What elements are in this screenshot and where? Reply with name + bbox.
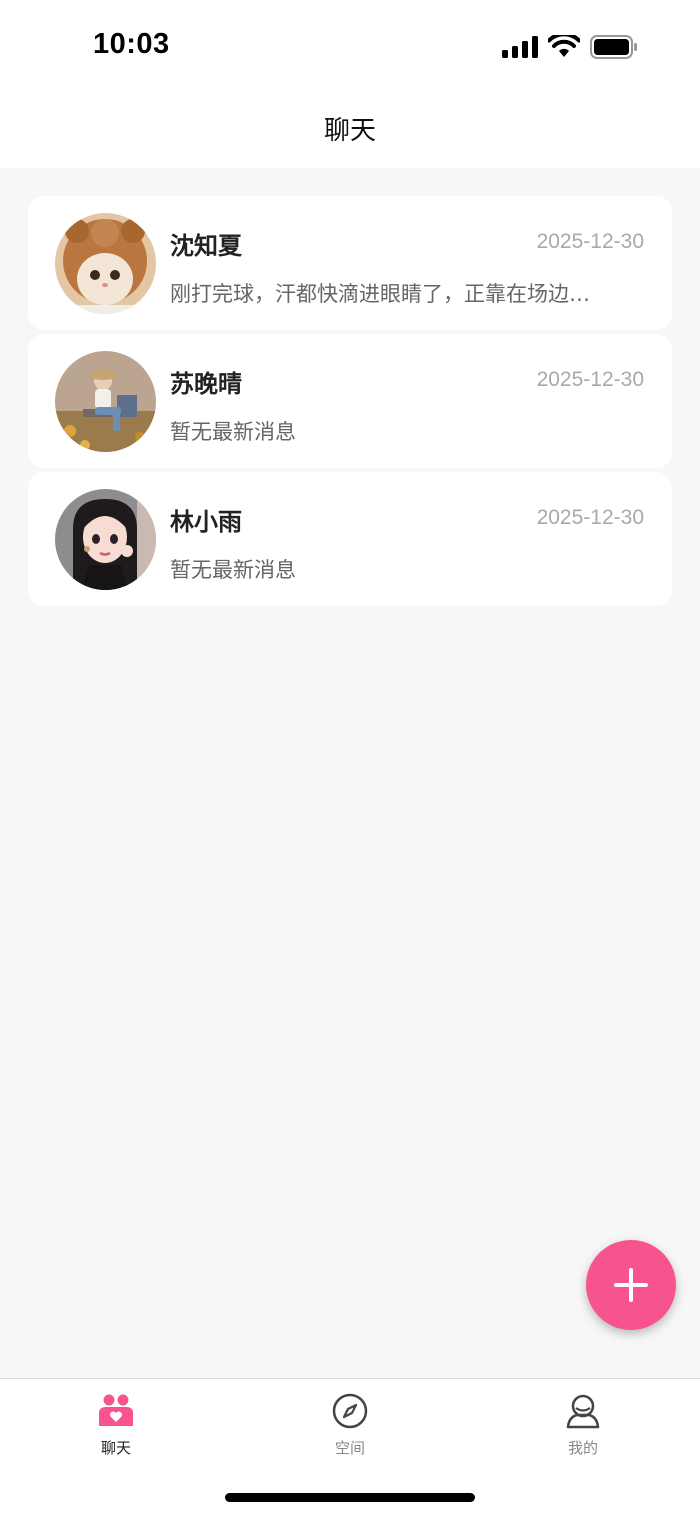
wifi-icon — [548, 35, 580, 57]
anime-girl-avatar[interactable] — [55, 489, 156, 590]
tab-me[interactable]: 我的 — [513, 1391, 653, 1458]
add-chat-button[interactable] — [586, 1240, 676, 1330]
profile-icon — [566, 1394, 600, 1429]
tab-label: 聊天 — [100, 1439, 131, 1457]
chat-date: 2025-12-30 — [536, 506, 644, 529]
status-icons — [502, 33, 638, 61]
chat-list-item[interactable]: 林小雨 2025-12-30 暂无最新消息 — [28, 472, 672, 606]
tab-chat[interactable]: 聊天 — [46, 1391, 186, 1458]
battery-icon — [590, 35, 637, 59]
tab-label: 我的 — [567, 1439, 598, 1457]
top-bar: 10:03 聊天 — [0, 0, 700, 168]
signal-icon — [502, 36, 538, 58]
chat-preview: 刚打完球，汗都快滴进眼睛了，正靠在场边… — [170, 282, 590, 306]
chat-date: 2025-12-30 — [536, 368, 644, 391]
status-time: 10:03 — [93, 28, 170, 60]
chat-name: 苏晚晴 — [170, 370, 242, 398]
chat-name: 沈知夏 — [170, 232, 242, 260]
home-indicator — [225, 1493, 475, 1502]
page-title: 聊天 — [323, 116, 376, 146]
chat-date: 2025-12-30 — [536, 230, 644, 253]
plus-icon — [614, 1268, 648, 1302]
chat-list: 沈知夏 2025-12-30 刚打完球，汗都快滴进眼睛了，正靠在场边… 苏晚晴 … — [28, 196, 672, 610]
chat-preview: 暂无最新消息 — [170, 558, 296, 582]
tab-space[interactable]: 空间 — [280, 1391, 420, 1458]
chat-list-item[interactable]: 沈知夏 2025-12-30 刚打完球，汗都快滴进眼睛了，正靠在场边… — [28, 196, 672, 330]
compass-icon — [332, 1393, 368, 1429]
chat-users-icon — [99, 1394, 133, 1426]
cat-avatar[interactable] — [55, 213, 156, 314]
autumn-girl-avatar[interactable] — [55, 351, 156, 452]
chat-list-item[interactable]: 苏晚晴 2025-12-30 暂无最新消息 — [28, 334, 672, 468]
chat-preview: 暂无最新消息 — [170, 420, 296, 444]
chat-name: 林小雨 — [170, 508, 242, 536]
tab-label: 空间 — [334, 1439, 365, 1457]
